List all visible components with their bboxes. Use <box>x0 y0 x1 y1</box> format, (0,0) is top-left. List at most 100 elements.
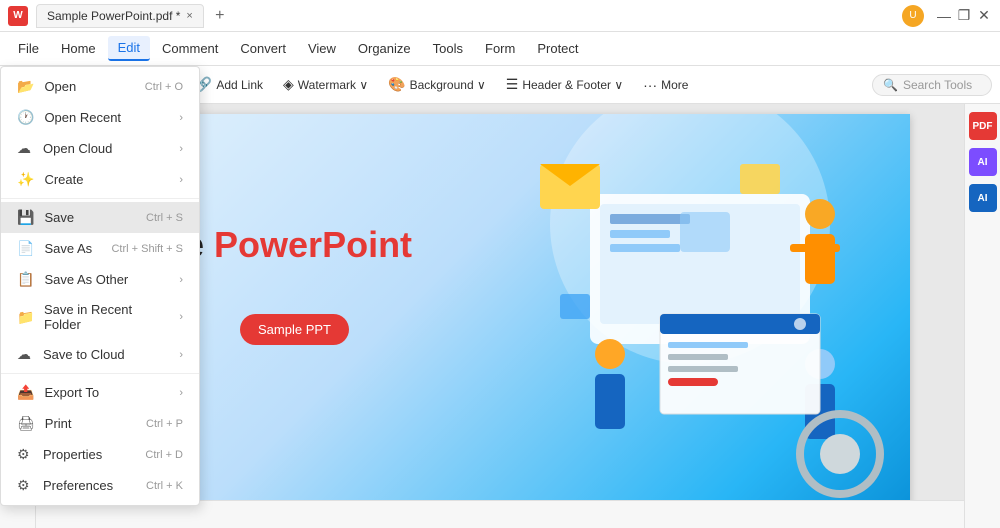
menu-organize[interactable]: Organize <box>348 37 421 60</box>
create-icon: ✨ <box>17 171 34 188</box>
export-to-label: Export To <box>44 385 99 400</box>
menu-file[interactable]: File <box>8 37 49 60</box>
open-cloud-label: Open Cloud <box>43 141 112 156</box>
title-bar: W Sample PowerPoint.pdf * × + U — ❐ ✕ <box>0 0 1000 32</box>
menu-print[interactable]: 🖨 Print Ctrl + P <box>1 408 199 439</box>
save-as-label: Save As <box>44 241 92 256</box>
header-footer-button[interactable]: ☰ Header & Footer ∨ <box>498 72 631 97</box>
watermark-label: Watermark ∨ <box>298 78 368 92</box>
print-shortcut: Ctrl + P <box>146 418 183 430</box>
save-icon: 💾 <box>17 209 34 226</box>
tab-title: Sample PowerPoint.pdf * <box>47 9 180 23</box>
background-label: Background ∨ <box>410 78 486 92</box>
menu-save-to-cloud[interactable]: ☁ Save to Cloud › <box>1 339 199 370</box>
close-button[interactable]: ✕ <box>976 8 992 24</box>
save-as-other-arrow: › <box>179 274 183 286</box>
document-tab[interactable]: Sample PowerPoint.pdf * × <box>36 4 204 28</box>
create-arrow: › <box>179 174 183 186</box>
save-recent-folder-label: Save in Recent Folder <box>44 302 169 332</box>
restore-button[interactable]: ❐ <box>956 8 972 24</box>
open-cloud-icon: ☁ <box>17 140 33 157</box>
minimize-button[interactable]: — <box>936 8 952 24</box>
background-button[interactable]: 🎨 Background ∨ <box>380 72 494 97</box>
menu-convert[interactable]: Convert <box>230 37 296 60</box>
print-label: Print <box>45 416 72 431</box>
save-recent-folder-arrow: › <box>179 311 183 323</box>
header-footer-label: Header & Footer ∨ <box>522 78 623 92</box>
create-label: Create <box>44 172 83 187</box>
menu-open-recent[interactable]: 🕐 Open Recent › <box>1 102 199 133</box>
properties-label: Properties <box>43 447 102 462</box>
search-tools[interactable]: 🔍 Search Tools <box>872 74 992 96</box>
slide-illustration <box>510 134 890 500</box>
slide-title-highlight: PowerPoint <box>214 224 412 265</box>
file-dropdown-menu: 📂 Open Ctrl + O 🕐 Open Recent › ☁ Open C… <box>0 66 200 506</box>
menu-protect[interactable]: Protect <box>527 37 588 60</box>
menu-save-as-other[interactable]: 📋 Save As Other › <box>1 264 199 295</box>
app-icon: W <box>8 6 28 26</box>
save-to-cloud-arrow: › <box>179 349 183 361</box>
save-shortcut: Ctrl + S <box>146 212 183 224</box>
menu-comment[interactable]: Comment <box>152 37 228 60</box>
open-icon: 📂 <box>17 78 34 95</box>
close-tab-button[interactable]: × <box>186 10 192 22</box>
menu-tools[interactable]: Tools <box>423 37 473 60</box>
open-recent-arrow: › <box>179 112 183 124</box>
properties-shortcut: Ctrl + D <box>145 449 183 461</box>
save-as-icon: 📄 <box>17 240 34 257</box>
preferences-icon: ⚙ <box>17 477 33 494</box>
export-to-arrow: › <box>179 387 183 399</box>
open-cloud-arrow: › <box>179 143 183 155</box>
menu-save[interactable]: 💾 Save Ctrl + S <box>1 202 199 233</box>
open-recent-icon: 🕐 <box>17 109 34 126</box>
menu-create[interactable]: ✨ Create › <box>1 164 199 195</box>
ai-tool2-button[interactable]: AI <box>969 184 997 212</box>
search-icon: 🔍 <box>883 78 898 92</box>
slide-illustration-svg <box>510 134 890 500</box>
menu-save-recent-folder[interactable]: 📁 Save in Recent Folder › <box>1 295 199 339</box>
header-footer-icon: ☰ <box>506 76 519 93</box>
menu-properties[interactable]: ⚙ Properties Ctrl + D <box>1 439 199 470</box>
export-to-icon: 📤 <box>17 384 34 401</box>
save-to-cloud-label: Save to Cloud <box>43 347 125 362</box>
more-icon: ··· <box>643 77 657 93</box>
preferences-shortcut: Ctrl + K <box>146 480 183 492</box>
menu-bar: File Home Edit Comment Convert View Orga… <box>0 32 1000 66</box>
menu-save-as[interactable]: 📄 Save As Ctrl + Shift + S <box>1 233 199 264</box>
pdf-tool-button[interactable]: PDF <box>969 112 997 140</box>
ai-tool-button[interactable]: AI <box>969 148 997 176</box>
open-recent-label: Open Recent <box>44 110 121 125</box>
search-placeholder: Search Tools <box>903 78 972 92</box>
new-tab-button[interactable]: + <box>208 4 232 28</box>
more-button[interactable]: ··· More <box>635 73 696 97</box>
properties-icon: ⚙ <box>17 446 33 463</box>
background-icon: 🎨 <box>388 76 405 93</box>
save-to-cloud-icon: ☁ <box>17 346 33 363</box>
user-avatar[interactable]: U <box>902 5 924 27</box>
menu-export-to[interactable]: 📤 Export To › <box>1 377 199 408</box>
watermark-button[interactable]: ◈ Watermark ∨ <box>275 72 376 97</box>
save-as-shortcut: Ctrl + Shift + S <box>111 243 183 255</box>
menu-view[interactable]: View <box>298 37 346 60</box>
menu-preferences[interactable]: ⚙ Preferences Ctrl + K <box>1 470 199 501</box>
save-as-other-icon: 📋 <box>17 271 34 288</box>
print-icon: 🖨 <box>17 415 35 432</box>
slide-background: mple PowerPoint Sample PPT <box>90 114 910 500</box>
save-recent-folder-icon: 📁 <box>17 309 34 326</box>
menu-open-cloud[interactable]: ☁ Open Cloud › <box>1 133 199 164</box>
menu-edit[interactable]: Edit <box>108 36 150 61</box>
menu-divider-1 <box>1 198 199 199</box>
menu-home[interactable]: Home <box>51 37 106 60</box>
open-label: Open <box>44 79 76 94</box>
more-label: More <box>661 78 688 92</box>
open-shortcut: Ctrl + O <box>145 81 183 93</box>
slide-cta-button: Sample PPT <box>240 314 349 345</box>
right-sidebar: PDF AI AI <box>964 104 1000 528</box>
menu-open[interactable]: 📂 Open Ctrl + O <box>1 71 199 102</box>
add-link-label: Add Link <box>216 78 263 92</box>
menu-divider-2 <box>1 373 199 374</box>
window-controls: U — ❐ ✕ <box>902 5 992 27</box>
pdf-page: mple PowerPoint Sample PPT <box>90 114 910 500</box>
menu-form[interactable]: Form <box>475 37 525 60</box>
preferences-label: Preferences <box>43 478 113 493</box>
